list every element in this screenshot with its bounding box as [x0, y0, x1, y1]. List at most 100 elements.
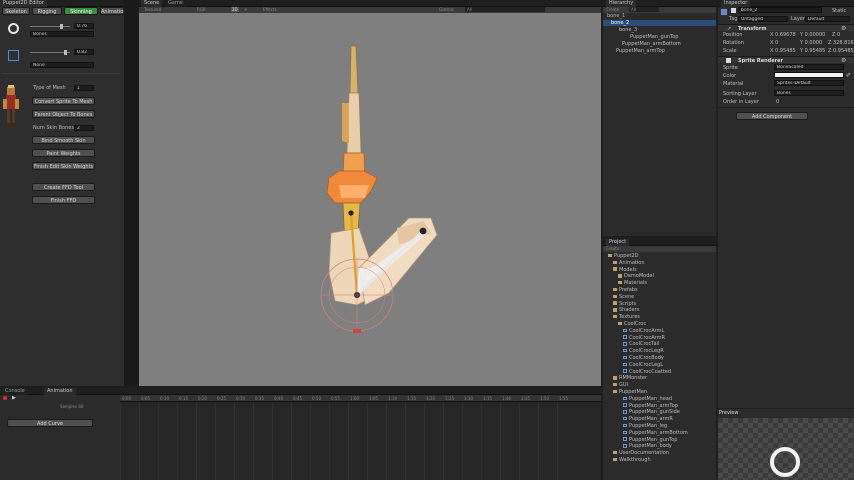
project-item[interactable]: CoolCrocArmR [603, 335, 716, 342]
record-icon[interactable] [3, 396, 7, 400]
transform-header[interactable]: ↗ Transform ⚙ [718, 24, 854, 32]
hierarchy-item-bone-2[interactable]: bone_2 [603, 19, 716, 27]
convert-sprite-to-mesh-button[interactable]: Convert Sprite To Mesh [32, 97, 95, 105]
hierarchy-item-gun-top[interactable]: PuppetMan_gunTop [603, 34, 716, 41]
project-item[interactable]: DemoModel [603, 273, 716, 280]
gizmos-dropdown[interactable]: Gizmos [439, 7, 454, 12]
hierarchy-item-arm-bottom[interactable]: PuppetMan_armBottom [603, 41, 716, 48]
bone-dropdown[interactable]: Bones [30, 31, 94, 37]
scale-x[interactable]: X 0.95485 [770, 48, 796, 54]
splitter-left[interactable] [124, 0, 139, 386]
hierarchy-item-bone-3[interactable]: bone_3 [603, 27, 716, 34]
tab-puppet2d[interactable]: Puppet2D Editor [0, 0, 47, 7]
parent-object-to-bones-button[interactable]: Parent Object To Bones [32, 110, 95, 118]
project-item[interactable]: PuppetMan_leg [603, 423, 716, 430]
project-item[interactable]: Prefabs [603, 287, 716, 294]
slider-1-value[interactable]: 0.76 [74, 23, 94, 29]
render-mode-dropdown[interactable]: Textured [144, 7, 161, 12]
tab-inspector[interactable]: Inspector [721, 0, 751, 7]
project-item[interactable]: CoolCrocArmL [603, 328, 716, 335]
scene-viewport[interactable] [139, 13, 601, 386]
sorting-layer-dropdown[interactable]: Bones [774, 90, 844, 96]
slider-2-thumb[interactable] [64, 50, 67, 55]
project-item[interactable]: UserDocumentation [603, 450, 716, 457]
timeline-ruler[interactable]: 0:00 0:05 0:10 0:15 0:20 0:25 0:30 0:35 0:40 0:45… [120, 395, 601, 402]
effects-dropdown[interactable]: Effects [263, 7, 277, 12]
scale-z[interactable]: Z 0.95485 [828, 48, 854, 54]
project-item[interactable]: CoolCrocLegL [603, 362, 716, 369]
position-z[interactable]: Z 0 [832, 32, 840, 38]
eyedropper-icon[interactable]: ✐ [846, 72, 851, 79]
project-item[interactable]: Shaders [603, 307, 716, 314]
project-item[interactable]: Models [603, 267, 716, 274]
color-swatch[interactable] [774, 72, 844, 78]
object-name-field[interactable]: bone_2 [738, 7, 822, 13]
control-dropdown[interactable]: None [30, 62, 94, 68]
bone-circle-icon[interactable] [8, 23, 19, 34]
sprite-renderer-settings-icon[interactable]: ⚙ [841, 57, 846, 64]
scene-search[interactable]: All [465, 7, 545, 12]
timeline-grid[interactable] [120, 402, 601, 480]
active-checkbox[interactable] [731, 8, 736, 13]
create-ffd-tool-button[interactable]: Create FFD Tool [32, 183, 95, 191]
2d-toggle[interactable]: 2D [231, 7, 239, 12]
lighting-toggle[interactable]: ☀ [244, 7, 248, 12]
slider-1-thumb[interactable] [60, 24, 63, 29]
project-item[interactable]: CoolCroc [603, 321, 716, 328]
project-item[interactable]: CoolCrocBody [603, 355, 716, 362]
position-y[interactable]: Y 0.00000 [800, 32, 825, 38]
project-item[interactable]: Materials [603, 280, 716, 287]
tab-console[interactable]: Console [2, 388, 28, 395]
tab-animation-window[interactable]: Animation [44, 388, 76, 395]
scale-y[interactable]: Y 0.95485 [800, 48, 825, 54]
paint-weights-button[interactable]: Paint Weights [32, 149, 95, 157]
num-skin-bones-field[interactable]: 2 [74, 125, 94, 131]
project-item[interactable]: Textures [603, 314, 716, 321]
slider-1-track[interactable] [30, 26, 70, 27]
tab-skinning[interactable]: Skinning [64, 7, 98, 15]
transform-settings-icon[interactable]: ⚙ [841, 25, 846, 32]
project-item[interactable]: PuppetMan_gunSide [603, 409, 716, 416]
type-of-mesh-field[interactable]: 1 [74, 85, 94, 91]
tab-scene[interactable]: Scene [141, 0, 163, 7]
hierarchy-item-arm-top[interactable]: PuppetMan_armTop [603, 48, 716, 55]
project-item[interactable]: RMMonster [603, 375, 716, 382]
add-curve-button[interactable]: Add Curve [7, 419, 93, 427]
project-item[interactable]: PuppetMan_body [603, 443, 716, 450]
order-in-layer-field[interactable]: 0 [776, 99, 779, 105]
tab-game[interactable]: Game [165, 0, 186, 7]
add-component-button[interactable]: Add Component [736, 112, 808, 120]
project-item[interactable]: Scripts [603, 301, 716, 308]
samples-field[interactable]: Samples 60 [60, 404, 83, 409]
finish-ffd-button[interactable]: Finish FFD [32, 196, 95, 204]
tab-rigging[interactable]: Rigging [32, 7, 62, 15]
project-create-button[interactable]: Create [606, 246, 619, 251]
project-item[interactable]: PuppetMan_head [603, 396, 716, 403]
color-mode-dropdown[interactable]: RGB [197, 7, 206, 12]
project-item[interactable]: PuppetMan_gunTop [603, 437, 716, 444]
project-item[interactable]: CoolCrocCoatted [603, 369, 716, 376]
project-item[interactable]: PuppetMan_armBottom [603, 430, 716, 437]
puppet-rig-drawing[interactable] [139, 13, 601, 386]
play-icon[interactable]: ▶ [12, 395, 16, 401]
tab-project[interactable]: Project [606, 239, 630, 246]
rotation-z[interactable]: Z 328.816 [828, 40, 854, 46]
finish-edit-skin-weights-button[interactable]: Finish Edit Skin Weights [32, 162, 95, 170]
project-item[interactable]: Scene [603, 294, 716, 301]
project-item[interactable]: GUI [603, 382, 716, 389]
project-item[interactable]: CoolCrocLegR [603, 348, 716, 355]
project-item[interactable]: PuppetMan_armTop [603, 403, 716, 410]
control-square-icon[interactable] [8, 50, 19, 61]
tab-animation[interactable]: Animation [100, 7, 124, 15]
tag-dropdown[interactable]: Untagged [738, 16, 788, 22]
project-item[interactable]: PuppetMan [603, 389, 716, 396]
project-item[interactable]: PuppetMan_armR [603, 416, 716, 423]
slider-2-value[interactable]: 0.82 [74, 49, 94, 55]
sprite-renderer-checkbox[interactable] [726, 58, 731, 63]
tab-hierarchy[interactable]: Hierarchy [606, 0, 637, 7]
rotation-x[interactable]: X 0 [770, 40, 778, 46]
static-toggle[interactable]: Static [832, 8, 846, 14]
project-item[interactable]: Walkthrough [603, 457, 716, 464]
material-field[interactable]: Sprites-Default [774, 80, 844, 86]
hierarchy-search[interactable]: All [629, 7, 659, 12]
